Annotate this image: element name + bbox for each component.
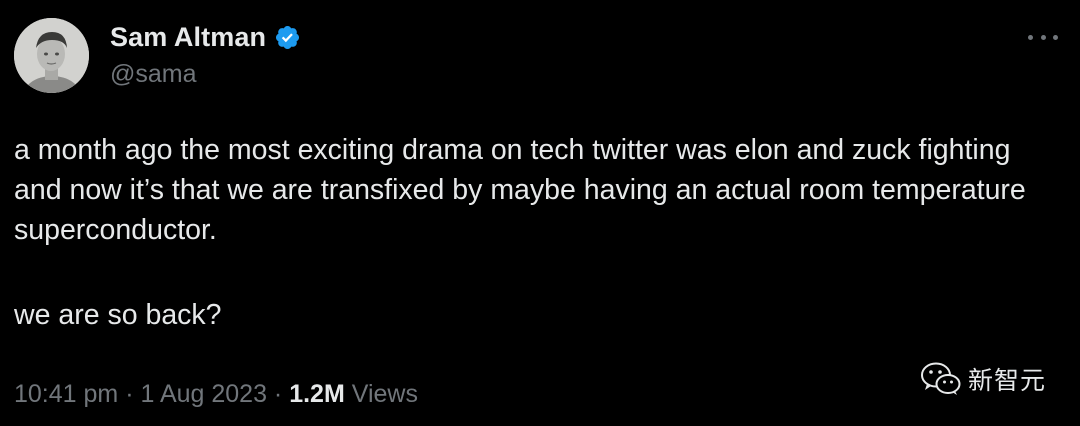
meta-separator: · xyxy=(266,380,290,408)
tweet-paragraph: we are so back? xyxy=(14,299,222,331)
tweet-card: Sam Altman @sama a month ago the most ex… xyxy=(0,0,1080,426)
tweet-time[interactable]: 10:41 pm xyxy=(14,380,118,408)
views-count[interactable]: 1.2M xyxy=(289,380,345,408)
watermark-text: 新智元 xyxy=(967,366,1046,395)
tweet-text: a month ago the most exciting drama on t… xyxy=(14,130,1054,335)
author-handle[interactable]: @sama xyxy=(110,60,197,89)
dot xyxy=(1053,34,1058,40)
tweet-date[interactable]: 1 Aug 2023 xyxy=(140,380,267,408)
views-label: Views xyxy=(351,380,418,408)
tweet-paragraph: a month ago the most exciting drama on t… xyxy=(14,134,1026,246)
avatar[interactable] xyxy=(14,18,89,93)
dot xyxy=(1040,34,1046,40)
verified-badge-icon[interactable] xyxy=(274,24,301,51)
dot xyxy=(1028,34,1033,40)
watermark: 新智元 xyxy=(920,361,1046,397)
author-name-row: Sam Altman xyxy=(110,22,301,53)
meta-separator: · xyxy=(118,380,141,408)
avatar-image xyxy=(14,18,89,93)
more-horizontal-icon[interactable] xyxy=(1028,30,1058,44)
wechat-logo-icon xyxy=(920,361,962,397)
author-display-name[interactable]: Sam Altman xyxy=(110,22,266,53)
tweet-meta: 10:41 pm · 1 Aug 2023 · 1.2M Views xyxy=(14,380,418,409)
